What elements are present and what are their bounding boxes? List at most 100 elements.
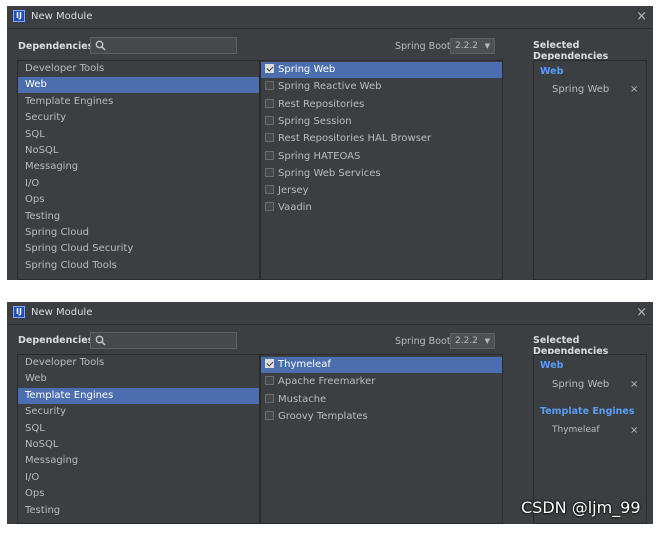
dependency-item[interactable]: Spring Web: [261, 62, 502, 78]
checkbox-icon[interactable]: [265, 133, 274, 143]
remove-icon[interactable]: ×: [630, 379, 638, 390]
category-item-io[interactable]: I/O: [18, 470, 259, 486]
checkbox-icon[interactable]: [265, 167, 274, 177]
dependency-label: Spring HATEOAS: [278, 150, 361, 162]
category-item-spring-cloud-security[interactable]: Spring Cloud Security: [18, 241, 259, 257]
selected-group-title: Web: [540, 66, 564, 77]
dependency-list: Thymeleaf Apache Freemarker Mustache Gro…: [260, 354, 503, 524]
category-item-sql[interactable]: SQL: [18, 421, 259, 437]
checkbox-icon[interactable]: [265, 376, 274, 386]
category-item-messaging[interactable]: Messaging: [18, 453, 259, 469]
title-bar: IJ New Module ×: [7, 6, 653, 29]
new-module-dialog-web: IJ New Module × Dependencies Spring Boot…: [7, 6, 653, 280]
dependency-label: Apache Freemarker: [278, 376, 376, 388]
dependency-label: Thymeleaf: [278, 359, 331, 370]
search-icon: [95, 40, 106, 51]
dropdown-arrow-icon: ▼: [484, 337, 490, 345]
checkbox-icon[interactable]: [265, 410, 274, 420]
category-item-spring-cloud-tools[interactable]: Spring Cloud Tools: [18, 258, 259, 274]
close-icon[interactable]: ×: [636, 9, 647, 24]
dependency-label: Spring Session: [278, 115, 352, 127]
category-item-spring-cloud[interactable]: Spring Cloud: [18, 225, 259, 241]
category-item-ops[interactable]: Ops: [18, 192, 259, 208]
category-item-web[interactable]: Web: [18, 371, 259, 387]
category-item-developer-tools[interactable]: Developer Tools: [18, 61, 259, 77]
dependency-item[interactable]: Jersey: [261, 183, 502, 199]
close-icon[interactable]: ×: [636, 305, 647, 320]
selected-group-title: Web: [540, 360, 564, 371]
dropdown-arrow-icon: ▼: [484, 42, 490, 50]
dependency-item[interactable]: Spring HATEOAS: [261, 149, 502, 165]
category-item-security[interactable]: Security: [18, 110, 259, 126]
dialog-title: New Module: [31, 307, 93, 318]
category-item-developer-tools[interactable]: Developer Tools: [18, 355, 259, 371]
intellij-app-icon: IJ: [13, 10, 25, 22]
new-module-dialog-template-engines: IJ New Module × Dependencies Spring Boot…: [7, 302, 653, 524]
dependencies-label: Dependencies: [18, 41, 94, 52]
dependency-item[interactable]: Thymeleaf: [261, 357, 502, 373]
category-item-nosql[interactable]: NoSQL: [18, 143, 259, 159]
dependency-label: Mustache: [278, 393, 327, 405]
dependencies-label: Dependencies: [18, 335, 94, 346]
intellij-app-icon: IJ: [13, 306, 25, 318]
dialog-title: New Module: [31, 11, 93, 22]
dependency-item[interactable]: Spring Session: [261, 114, 502, 130]
checkbox-icon[interactable]: [265, 81, 274, 91]
dependency-label: Groovy Templates: [278, 410, 368, 422]
checkbox-icon[interactable]: [265, 115, 274, 125]
selected-dependency-item: Spring Web: [552, 379, 610, 390]
dependency-item[interactable]: Rest Repositories HAL Browser: [261, 131, 502, 147]
category-item-template-engines[interactable]: Template Engines: [18, 387, 259, 404]
spring-boot-version-select[interactable]: 2.2.2 ▼: [450, 333, 495, 349]
dependency-item[interactable]: Spring Web Services: [261, 166, 502, 182]
checkbox-icon[interactable]: [265, 150, 274, 160]
spring-boot-version-select[interactable]: 2.2.2 ▼: [450, 38, 495, 54]
dependency-label: Spring Reactive Web: [278, 81, 382, 93]
category-item-template-engines[interactable]: Template Engines: [18, 94, 259, 110]
dependency-item[interactable]: Groovy Templates: [261, 409, 502, 425]
dependency-item[interactable]: Rest Repositories: [261, 97, 502, 113]
dependency-label: Rest Repositories: [278, 98, 365, 110]
category-item-io[interactable]: I/O: [18, 176, 259, 192]
checkbox-icon[interactable]: [265, 359, 274, 368]
selected-dependencies-label: Selected Dependencies: [533, 40, 609, 62]
watermark: CSDN @ljm_99: [521, 498, 641, 517]
category-item-web[interactable]: Web: [18, 77, 259, 94]
search-input[interactable]: [90, 332, 237, 349]
checkbox-icon[interactable]: [265, 98, 274, 108]
remove-icon[interactable]: ×: [630, 84, 638, 95]
checkbox-icon[interactable]: [265, 202, 274, 212]
spring-boot-version-value: 2.2.2: [455, 41, 478, 51]
dependency-label: Spring Web Services: [278, 167, 381, 179]
dependency-list: Spring Web Spring Reactive Web Rest Repo…: [260, 60, 503, 280]
category-item-ops[interactable]: Ops: [18, 486, 259, 502]
spring-boot-version-value: 2.2.2: [455, 336, 478, 346]
category-item-messaging[interactable]: Messaging: [18, 159, 259, 175]
spring-boot-label: Spring Boot: [395, 41, 451, 52]
dependency-item[interactable]: Spring Reactive Web: [261, 79, 502, 95]
search-icon: [95, 335, 106, 346]
selected-dependency-item: Spring Web: [552, 84, 610, 95]
selected-group-title: Template Engines: [540, 406, 635, 417]
category-item-sql[interactable]: SQL: [18, 127, 259, 143]
checkbox-icon[interactable]: [265, 393, 274, 403]
dependency-item[interactable]: Mustache: [261, 392, 502, 408]
dependency-item[interactable]: Vaadin: [261, 200, 502, 216]
dependency-label: Spring Web: [278, 64, 336, 75]
dependency-label: Vaadin: [278, 202, 312, 214]
dependency-item[interactable]: Apache Freemarker: [261, 374, 502, 390]
search-input[interactable]: [90, 37, 237, 54]
dependency-label: Rest Repositories HAL Browser: [278, 133, 432, 145]
category-item-nosql[interactable]: NoSQL: [18, 437, 259, 453]
checkbox-icon[interactable]: [265, 64, 274, 73]
category-item-security[interactable]: Security: [18, 404, 259, 420]
remove-icon[interactable]: ×: [630, 425, 638, 436]
selected-dependency-item: Thymeleaf: [552, 425, 600, 435]
category-item-testing[interactable]: Testing: [18, 209, 259, 225]
category-item-testing[interactable]: Testing: [18, 503, 259, 519]
checkbox-icon[interactable]: [265, 185, 274, 195]
dependency-label: Jersey: [278, 185, 309, 197]
title-bar: IJ New Module ×: [7, 302, 653, 325]
selected-dependencies-panel: Web Spring Web ×: [533, 60, 647, 280]
category-list: Developer Tools Web Template Engines Sec…: [17, 60, 260, 280]
